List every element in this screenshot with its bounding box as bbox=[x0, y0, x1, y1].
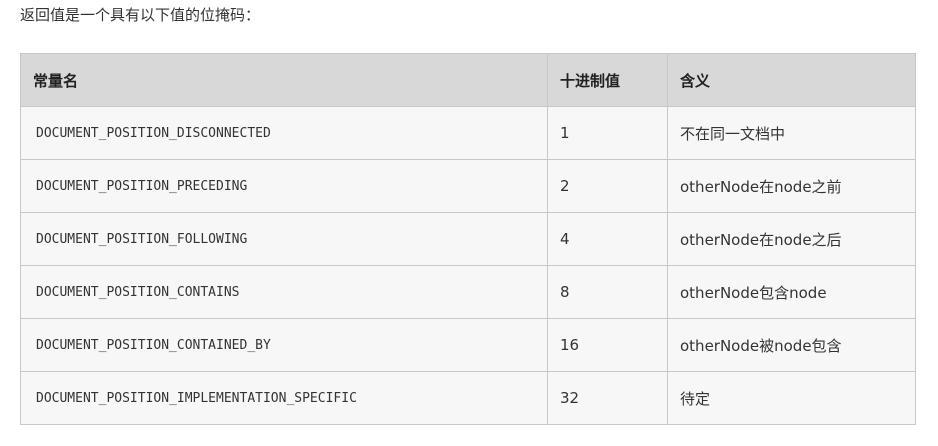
cell-meaning: otherNode在node之后 bbox=[667, 212, 916, 266]
cell-decimal: 8 bbox=[547, 265, 668, 319]
cell-meaning: otherNode被node包含 bbox=[667, 318, 916, 372]
table-row: DOCUMENT_POSITION_PRECEDING 2 otherNode在… bbox=[20, 159, 916, 213]
table-body: DOCUMENT_POSITION_DISCONNECTED 1 不在同一文档中… bbox=[20, 106, 916, 425]
cell-meaning: otherNode包含node bbox=[667, 265, 916, 319]
cell-constant: DOCUMENT_POSITION_PRECEDING bbox=[20, 159, 548, 213]
cell-constant: DOCUMENT_POSITION_IMPLEMENTATION_SPECIFI… bbox=[20, 371, 548, 425]
header-decimal-value: 十进制值 bbox=[547, 53, 668, 107]
header-constant-name: 常量名 bbox=[20, 53, 548, 107]
cell-constant: DOCUMENT_POSITION_FOLLOWING bbox=[20, 212, 548, 266]
header-meaning: 含义 bbox=[667, 53, 916, 107]
cell-decimal: 2 bbox=[547, 159, 668, 213]
cell-meaning: 不在同一文档中 bbox=[667, 106, 916, 160]
cell-meaning: otherNode在node之前 bbox=[667, 159, 916, 213]
table-row: DOCUMENT_POSITION_DISCONNECTED 1 不在同一文档中 bbox=[20, 106, 916, 160]
cell-decimal: 4 bbox=[547, 212, 668, 266]
cell-constant: DOCUMENT_POSITION_CONTAINS bbox=[20, 265, 548, 319]
header-row: 常量名 十进制值 含义 bbox=[20, 53, 916, 107]
table-row: DOCUMENT_POSITION_FOLLOWING 4 otherNode在… bbox=[20, 212, 916, 266]
table-header: 常量名 十进制值 含义 bbox=[20, 53, 916, 107]
table-row: DOCUMENT_POSITION_IMPLEMENTATION_SPECIFI… bbox=[20, 371, 916, 425]
table-row: DOCUMENT_POSITION_CONTAINED_BY 16 otherN… bbox=[20, 318, 916, 372]
intro-text: 返回值是一个具有以下值的位掩码： bbox=[20, 6, 261, 24]
cell-decimal: 16 bbox=[547, 318, 668, 372]
cell-constant: DOCUMENT_POSITION_CONTAINED_BY bbox=[20, 318, 548, 372]
cell-decimal: 32 bbox=[547, 371, 668, 425]
bitmask-table: 常量名 十进制值 含义 DOCUMENT_POSITION_DISCONNECT… bbox=[20, 53, 916, 425]
cell-meaning: 待定 bbox=[667, 371, 916, 425]
cell-constant: DOCUMENT_POSITION_DISCONNECTED bbox=[20, 106, 548, 160]
cell-decimal: 1 bbox=[547, 106, 668, 160]
table-row: DOCUMENT_POSITION_CONTAINS 8 otherNode包含… bbox=[20, 265, 916, 319]
